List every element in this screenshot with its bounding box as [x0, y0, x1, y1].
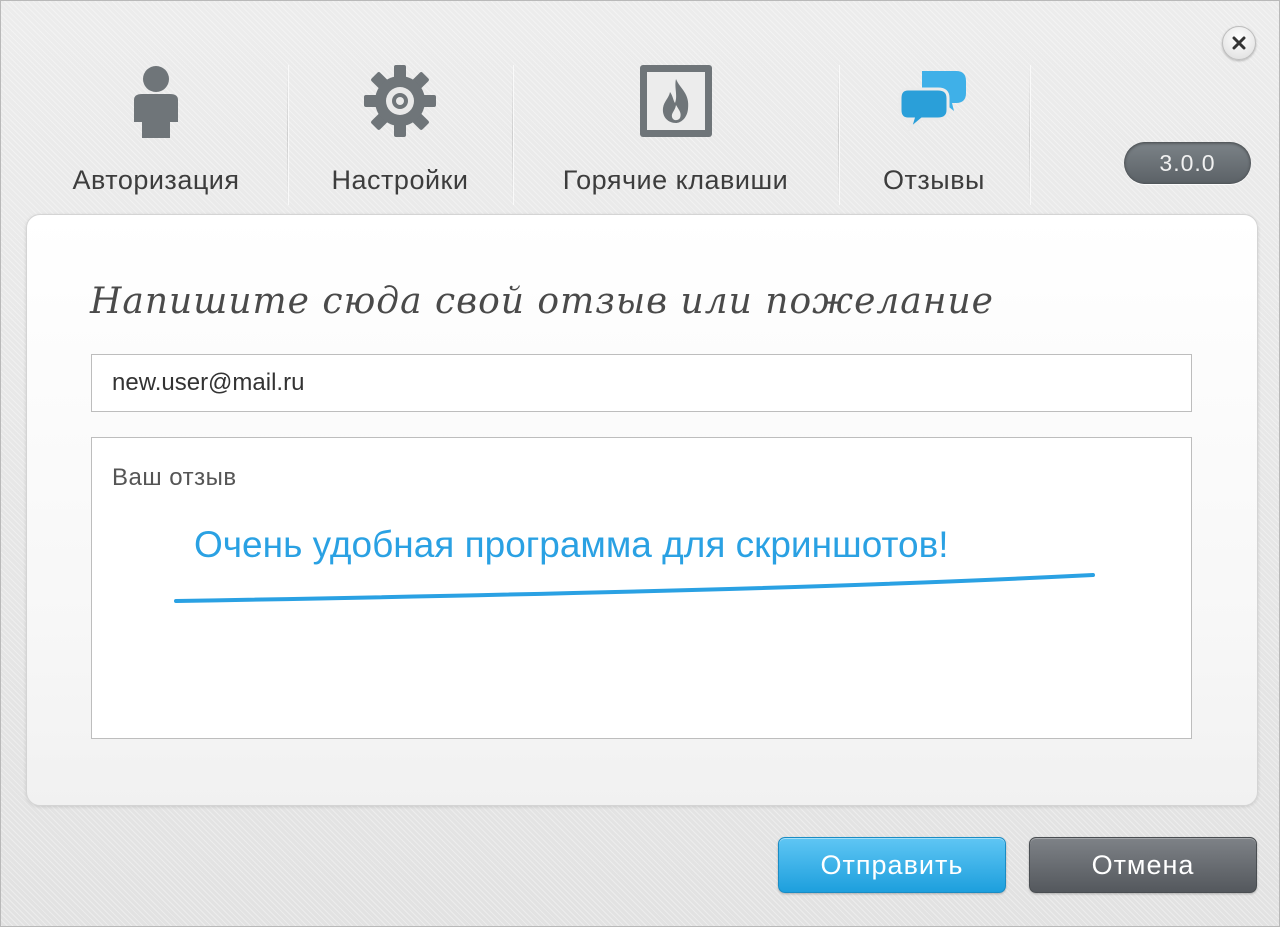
tab-label: Горячие клавиши: [562, 165, 789, 195]
tab-feedback[interactable]: Отзывы: [839, 59, 1029, 209]
review-placeholder: Ваш отзыв: [112, 464, 237, 491]
user-icon: [116, 61, 196, 141]
handwritten-annotation: Очень удобная программа для скриншотов!: [194, 524, 949, 565]
feedback-window: Авторизация Настройки Горячие клавиши От…: [0, 0, 1280, 927]
close-button[interactable]: [1222, 26, 1256, 60]
gear-icon: [360, 61, 440, 141]
tab-label: Отзывы: [883, 165, 985, 195]
review-textarea[interactable]: Ваш отзыв Очень удобная программа для ск…: [91, 437, 1192, 739]
close-icon: [1232, 36, 1246, 50]
tab-label: Настройки: [331, 165, 469, 195]
tab-separator: [1029, 65, 1030, 205]
cancel-button[interactable]: Отмена: [1029, 837, 1257, 893]
version-badge: 3.0.0: [1124, 142, 1251, 184]
tab-label: Авторизация: [72, 165, 240, 195]
form-heading: Напишите сюда свой отзыв или пожелание: [90, 281, 994, 322]
email-field[interactable]: [91, 354, 1192, 412]
feedback-panel: Напишите сюда свой отзыв или пожелание В…: [26, 214, 1258, 806]
flame-icon: [636, 61, 716, 141]
send-button[interactable]: Отправить: [778, 837, 1006, 893]
annotation-underline: [174, 573, 1095, 603]
tab-authorization[interactable]: Авторизация: [25, 59, 287, 209]
tab-settings[interactable]: Настройки: [288, 59, 512, 209]
tab-hotkeys[interactable]: Горячие клавиши: [513, 59, 838, 209]
chat-bubbles-icon: [894, 61, 974, 141]
